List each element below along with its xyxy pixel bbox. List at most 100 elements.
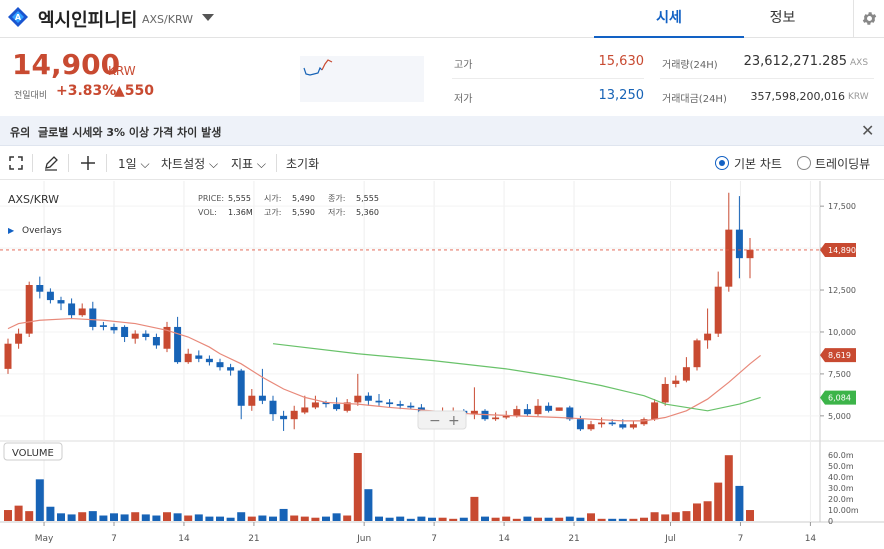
volume-bar [470,496,479,521]
candle-body [364,395,372,401]
header: A 엑시인피니티 AXS/KRW 시세 정보 [0,0,884,38]
radio-basic-chart[interactable] [715,156,729,170]
chart-grid [0,181,884,523]
sparkline-chart [300,56,424,102]
x-tick-label: 14 [805,534,817,544]
volume-bar [406,518,415,521]
zoom-controls[interactable]: − + [417,410,467,430]
crosshair-icon[interactable] [80,155,96,171]
coin-select-chevron-icon[interactable] [202,14,214,21]
candle-body [46,291,54,301]
candle-body [746,249,754,259]
chart-settings-menu[interactable]: 차트설정 ⌵ [161,155,218,172]
volume-bar [322,516,330,521]
volume-bar [35,479,44,521]
candle-body [15,333,23,344]
candle-body [99,325,107,327]
tab-info[interactable]: 정보 [711,0,854,38]
volume-bar [449,518,458,521]
change-label: 전일대비 [14,91,48,101]
volume-bar [587,513,595,521]
volume-bar [173,513,182,521]
pencil-icon[interactable] [43,155,59,171]
volume-bar [25,511,34,521]
volume-bar [735,485,744,521]
volume-bar [375,516,383,521]
coin-logo-icon: A [8,7,28,27]
ohlc-vol-value: 1.36M [228,208,253,217]
candle-body [386,402,394,405]
candle-body [576,419,584,430]
candle-body [36,285,44,292]
volume-bar [640,517,648,521]
fullscreen-icon[interactable] [8,155,24,171]
zoom-out-icon[interactable]: − [429,413,441,429]
candle-body [205,358,213,363]
candle-body [216,362,224,368]
ma-short-line [7,317,761,422]
change-rate: +3.83% [56,83,117,99]
volume-tick-label: 50.0m [828,462,854,471]
overlays-toggle[interactable]: Overlays [22,226,62,236]
ohlc-open-label: 시가: [264,194,281,203]
coin-code[interactable]: AXS/KRW [142,13,193,26]
candle-body [237,370,245,406]
x-tick-label: 21 [568,534,579,544]
volume-bar [565,516,574,521]
amount-value: 357,598,200,016 [750,90,845,103]
volume-bar [459,517,468,521]
candle-body [68,303,76,316]
x-tick-label: Jun [356,534,371,544]
basic-chart-label[interactable]: 기본 차트 [734,155,782,172]
indicators-menu[interactable]: 지표 ⌵ [231,155,266,172]
volume-bar [247,516,256,521]
volume-bar [120,514,129,521]
candle-body [121,326,129,337]
x-tick-label: Jul [664,534,676,544]
coin-name[interactable]: 엑시인피니티 [38,6,137,32]
candle-body [661,383,669,403]
amount-unit: KRW [848,92,869,102]
volume-label: 거래량(24H) [662,60,718,71]
volume-bar [163,512,171,521]
volume-bar [311,517,320,521]
divider [32,154,33,172]
volume-bar [258,515,267,521]
candle-body [608,422,616,425]
volume-tick-label: 40.0m [828,473,854,482]
ohlc-open-value: 5,490 [292,194,315,203]
candle-body [4,343,12,369]
notice-tag: 유의 [10,126,31,139]
y-tick-label: 12,500 [828,286,856,295]
candle-body [629,424,637,428]
divider [452,78,644,79]
tradingview-label[interactable]: 트레이딩뷰 [815,155,870,172]
close-icon[interactable]: ✕ [861,121,874,140]
candle-body [735,229,743,259]
volume-bar [194,514,203,521]
candle-body [290,410,298,420]
candle-body [248,395,256,406]
ohlc-low-value: 5,360 [356,208,379,217]
chart-symbol: AXS/KRW [8,193,59,206]
volume-bar [597,518,606,521]
x-tick-label: 21 [248,534,259,544]
candle-body [545,405,553,411]
candle-body [704,333,712,341]
volume-bar [703,501,712,521]
volume-bar [724,455,733,521]
overlays-toggle-icon[interactable]: ▶ [8,226,15,235]
radio-tradingview[interactable] [797,156,811,170]
interval-select[interactable]: 1일 ⌵ [118,155,150,172]
zoom-in-icon[interactable]: + [448,413,460,429]
volume-bar [131,512,140,521]
candlestick-chart[interactable]: 17,50015,00012,50010,0007,5005,00060.0m5… [0,181,884,549]
volume-bar [428,517,436,521]
ohlc-close-value: 5,555 [356,194,379,203]
settings-button[interactable] [853,0,884,38]
reset-button[interactable]: 초기화 [286,155,319,172]
low-label: 저가 [454,94,473,105]
candle-body [110,326,118,331]
candle-body [587,424,595,430]
candle-body [301,407,309,413]
